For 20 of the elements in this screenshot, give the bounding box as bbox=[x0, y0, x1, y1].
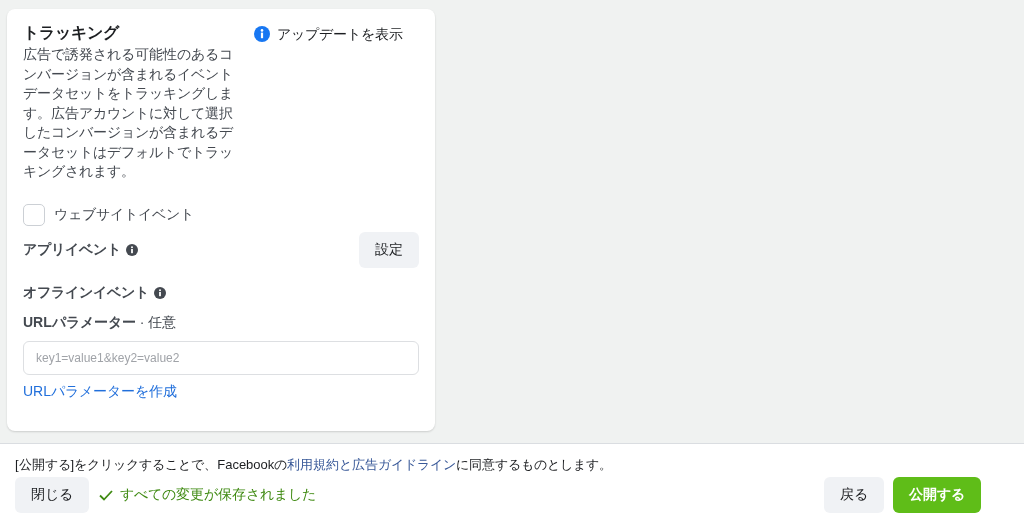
terms-notice: [公開する]をクリックすることで、Facebookの利用規約と広告ガイドラインに同意するものとします。 bbox=[15, 456, 614, 474]
url-parameters-field[interactable]: key1=value1&key2=value2 bbox=[23, 340, 419, 375]
info-icon bbox=[154, 286, 166, 299]
offline-events-label: オフラインイベント bbox=[23, 283, 149, 302]
info-icon bbox=[254, 26, 270, 42]
checkbox[interactable] bbox=[23, 203, 45, 226]
section-description: 広告で誘発される可能性のあるコンバージョンが含まれるイベントデータセットをトラッキングします。広告アカウントに対して選択したコンバージョンが含まれるデータセットはデフォルトでトラッキングされます。 bbox=[23, 46, 235, 181]
url-parameters-label: URLパラメーター · 任意 bbox=[23, 313, 178, 332]
create-url-parameters-link[interactable]: URLパラメーターを作成 bbox=[23, 382, 177, 401]
close-button[interactable]: 閉じる bbox=[15, 477, 89, 513]
section-title: トラッキング bbox=[23, 23, 121, 43]
save-status: すべての変更が保存されました bbox=[120, 486, 316, 504]
app-events-label: アプリイベント bbox=[23, 240, 121, 259]
settings-button[interactable]: 設定 bbox=[359, 231, 419, 268]
info-icon bbox=[126, 243, 138, 256]
checkbox-label: ウェブサイトイベント bbox=[54, 205, 194, 224]
view-updates-link[interactable]: アップデートを表示 bbox=[277, 26, 403, 44]
check-icon bbox=[99, 489, 113, 501]
terms-link[interactable]: 利用規約と広告ガイドライン bbox=[287, 457, 457, 472]
back-button[interactable]: 戻る bbox=[824, 477, 884, 513]
